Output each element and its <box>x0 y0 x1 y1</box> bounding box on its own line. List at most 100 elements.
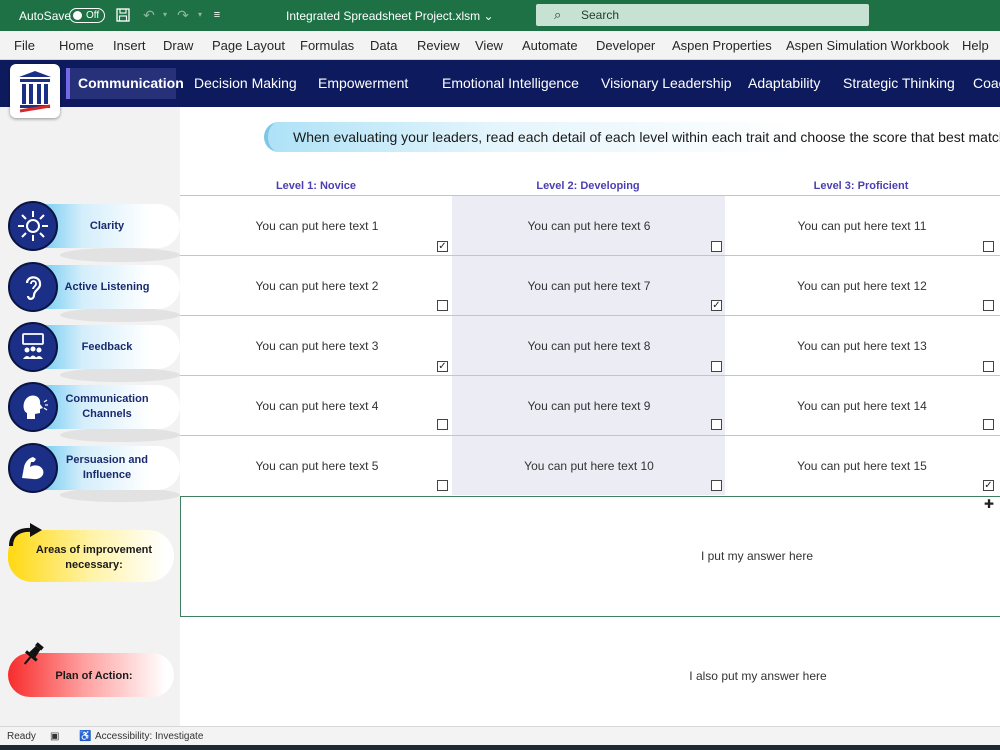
search-icon: ⌕ <box>554 7 562 22</box>
cell-persuasion-influence-level-3[interactable]: You can put here text 15 <box>732 459 992 473</box>
cell-communication-channels-level-2[interactable]: You can put here text 9 <box>459 399 719 413</box>
menu-data[interactable]: Data <box>370 38 397 53</box>
menu-home[interactable]: Home <box>59 38 94 53</box>
cell-persuasion-influence-level-1[interactable]: You can put here text 5 <box>187 459 447 473</box>
cell-feedback-level-1[interactable]: You can put here text 3 <box>187 339 447 353</box>
search-placeholder: Search <box>581 8 620 22</box>
checkbox-persuasion-influence-level-1[interactable] <box>437 480 448 491</box>
row-divider <box>180 255 1000 256</box>
title-bar: AutoSave Off ↶ ▾ ↷ ▾ ≡ Integrated Spread… <box>0 0 1000 31</box>
save-icon[interactable] <box>115 7 131 23</box>
tab-decision-making[interactable]: Decision Making <box>194 75 297 91</box>
chevron-down-icon: ⌄ <box>483 9 494 23</box>
improvement-answer-box[interactable] <box>180 496 1000 617</box>
autosave-toggle[interactable]: Off <box>69 8 105 23</box>
toggle-knob <box>73 11 82 20</box>
curved-arrow-icon <box>8 522 44 548</box>
cell-cursor-icon: ✚ <box>984 497 995 511</box>
cell-active-listening-level-2[interactable]: You can put here text 7 <box>459 279 719 293</box>
checkbox-active-listening-level-3[interactable] <box>983 300 994 311</box>
checkbox-communication-channels-level-3[interactable] <box>983 419 994 430</box>
tab-communication[interactable]: Communication <box>66 68 184 99</box>
cell-communication-channels-level-3[interactable]: You can put here text 14 <box>732 399 992 413</box>
redo-icon[interactable]: ↷ <box>175 7 191 23</box>
menu-developer[interactable]: Developer <box>596 38 655 53</box>
plan-label: Plan of Action: <box>55 670 133 682</box>
tab-coaching[interactable]: Coac <box>973 75 1000 91</box>
row-divider <box>180 435 1000 436</box>
cell-communication-channels-level-1[interactable]: You can put here text 4 <box>187 399 447 413</box>
trait-label-feedback: Feedback <box>81 341 133 353</box>
level-3-header: Level 3: Proficient <box>813 180 909 192</box>
cell-active-listening-level-3[interactable]: You can put here text 12 <box>732 279 992 293</box>
accessibility-icon[interactable]: ♿ <box>79 731 91 742</box>
checkbox-clarity-level-2[interactable] <box>711 241 722 252</box>
checkbox-feedback-level-3[interactable] <box>983 361 994 372</box>
level-1-header: Level 1: Novice <box>275 180 357 192</box>
trait-label-clarity: Clarity <box>89 220 125 232</box>
tab-empowerment[interactable]: Empowerment <box>318 75 408 91</box>
row-divider <box>180 315 1000 316</box>
menu-aspen-simulation-workbook[interactable]: Aspen Simulation Workbook <box>786 38 949 53</box>
checkbox-feedback-level-1[interactable]: ✓ <box>437 361 448 372</box>
menu-aspen-properties[interactable]: Aspen Properties <box>672 38 772 53</box>
checkbox-persuasion-influence-level-3[interactable]: ✓ <box>983 480 994 491</box>
file-name[interactable]: Integrated Spreadsheet Project.xlsm ⌄ <box>286 9 494 23</box>
row-divider <box>180 195 1000 196</box>
autosave-label: AutoSave <box>19 9 72 23</box>
checkbox-feedback-level-2[interactable] <box>711 361 722 372</box>
menu-insert[interactable]: Insert <box>113 38 146 53</box>
menu-review[interactable]: Review <box>417 38 460 53</box>
tab-emotional-intelligence[interactable]: Emotional Intelligence <box>442 75 579 91</box>
company-logo <box>10 64 60 118</box>
checkbox-active-listening-level-2[interactable]: ✓ <box>711 300 722 311</box>
checkbox-active-listening-level-1[interactable] <box>437 300 448 311</box>
checkbox-clarity-level-1[interactable]: ✓ <box>437 241 448 252</box>
row-separator-wave <box>60 308 180 322</box>
undo-dropdown-icon[interactable]: ▾ <box>157 7 173 23</box>
accessibility-status[interactable]: Accessibility: Investigate <box>95 731 203 742</box>
row-separator-wave <box>60 368 180 382</box>
status-bar: Ready ▣ ♿ Accessibility: Investigate <box>0 726 1000 745</box>
search-box[interactable]: ⌕ Search <box>536 4 869 26</box>
checkbox-persuasion-influence-level-2[interactable] <box>711 480 722 491</box>
cell-feedback-level-2[interactable]: You can put here text 8 <box>459 339 719 353</box>
menu-help[interactable]: Help <box>962 38 989 53</box>
macro-record-icon[interactable]: ▣ <box>50 731 59 742</box>
sun-icon <box>8 201 58 251</box>
row-separator-wave <box>60 428 180 442</box>
pushpin-icon <box>18 639 48 669</box>
cell-feedback-level-3[interactable]: You can put here text 13 <box>732 339 992 353</box>
tab-strategic-thinking[interactable]: Strategic Thinking <box>843 75 955 91</box>
pillars-logo-icon <box>19 71 51 113</box>
menu-file[interactable]: File <box>14 38 35 53</box>
cell-active-listening-level-1[interactable]: You can put here text 2 <box>187 279 447 293</box>
checkbox-clarity-level-3[interactable] <box>983 241 994 252</box>
row-divider <box>180 375 1000 376</box>
row-separator-wave <box>60 488 180 502</box>
redo-dropdown-icon[interactable]: ▾ <box>192 7 208 23</box>
worksheet: Communication Decision Making Empowermen… <box>0 60 1000 726</box>
customize-toolbar-icon[interactable]: ≡ <box>209 7 225 23</box>
tab-adaptability[interactable]: Adaptability <box>748 75 820 91</box>
trait-label-communication-channels: Communication Channels <box>65 393 149 420</box>
menu-automate[interactable]: Automate <box>522 38 578 53</box>
cell-clarity-level-1[interactable]: You can put here text 1 <box>187 219 447 233</box>
cell-clarity-level-2[interactable]: You can put here text 6 <box>459 219 719 233</box>
plan-answer-text[interactable]: I also put my answer here <box>658 669 858 683</box>
menu-formulas[interactable]: Formulas <box>300 38 354 53</box>
status-ready: Ready <box>7 731 36 742</box>
menu-view[interactable]: View <box>475 38 503 53</box>
taskbar <box>0 745 1000 750</box>
autosave-state: Off <box>86 10 100 21</box>
menu-draw[interactable]: Draw <box>163 38 193 53</box>
tab-visionary-leadership[interactable]: Visionary Leadership <box>601 75 732 91</box>
undo-icon[interactable]: ↶ <box>141 7 157 23</box>
cell-clarity-level-3[interactable]: You can put here text 11 <box>732 219 992 233</box>
checkbox-communication-channels-level-2[interactable] <box>711 419 722 430</box>
menu-page-layout[interactable]: Page Layout <box>212 38 285 53</box>
trait-label-active-listening: Active Listening <box>64 281 150 293</box>
cell-persuasion-influence-level-2[interactable]: You can put here text 10 <box>459 459 719 473</box>
improvement-answer-text[interactable]: I put my answer here <box>657 549 857 563</box>
checkbox-communication-channels-level-1[interactable] <box>437 419 448 430</box>
